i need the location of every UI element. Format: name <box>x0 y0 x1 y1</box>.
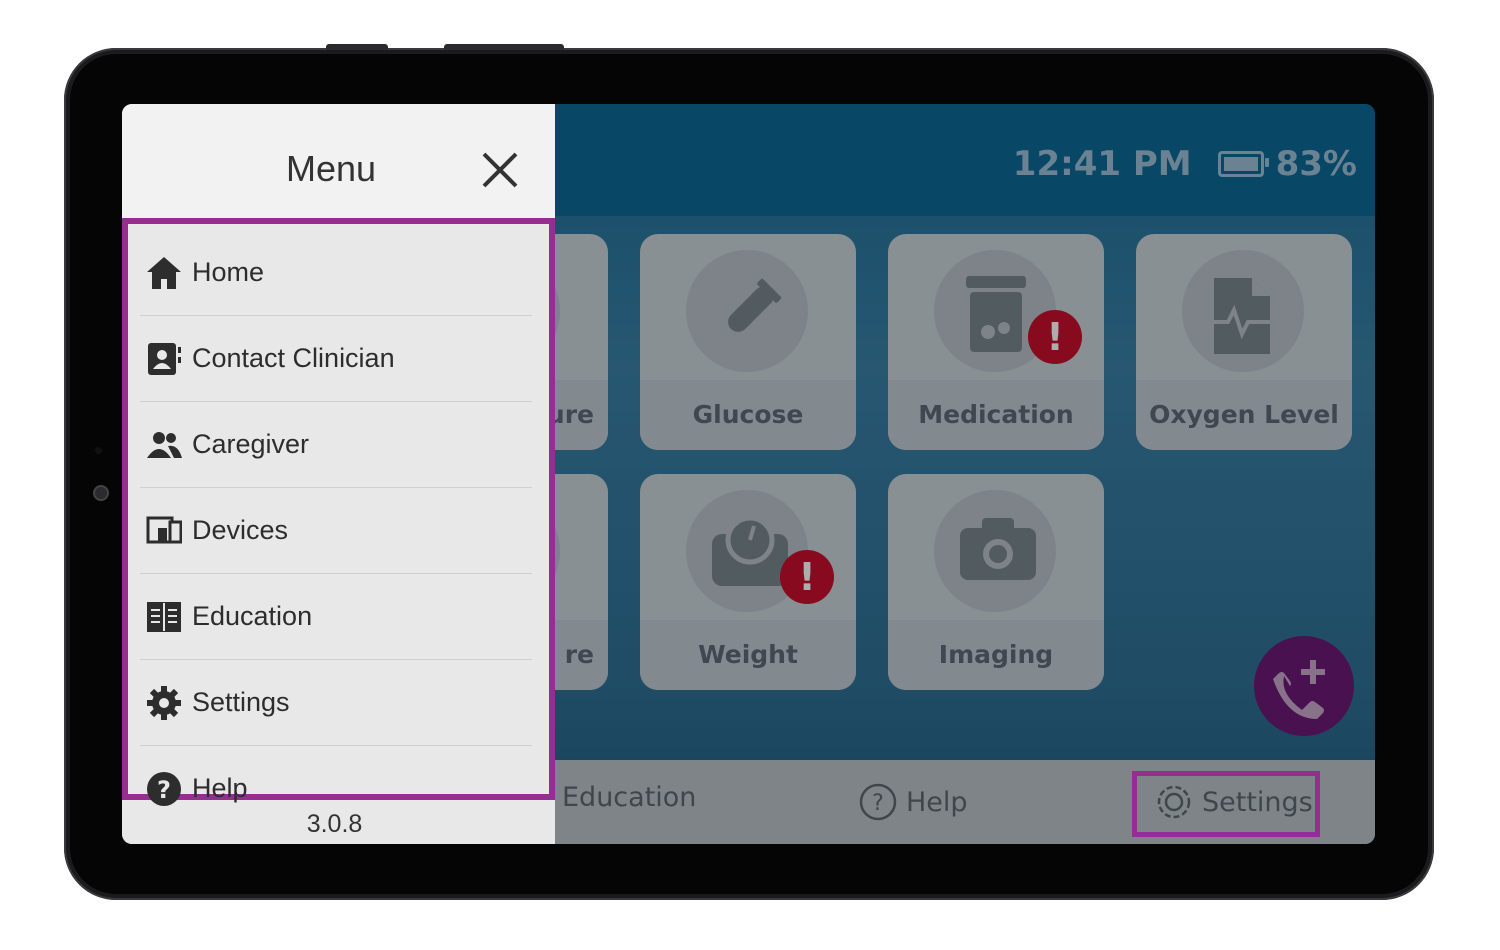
devices-icon <box>146 513 182 549</box>
menu-item-settings[interactable]: Settings <box>140 660 532 746</box>
svg-text:?: ? <box>157 776 171 804</box>
menu-item-contact-clinician[interactable]: Contact Clinician <box>140 316 532 402</box>
app-version: 3.0.8 <box>306 810 363 838</box>
close-icon[interactable] <box>480 150 520 190</box>
menu-item-devices[interactable]: Devices <box>140 488 532 574</box>
sensor <box>95 447 102 454</box>
menu-item-education[interactable]: Education <box>140 574 532 660</box>
app-screen: 12:41 PM 83% ure Glucose ! Medication Ox… <box>122 104 1375 844</box>
question-icon: ? <box>146 771 182 807</box>
front-camera <box>93 485 109 501</box>
home-icon <box>146 255 182 291</box>
people-icon <box>146 427 182 463</box>
gear-icon <box>146 685 182 721</box>
menu-item-home[interactable]: Home <box>140 230 532 316</box>
settings-highlight-box <box>1132 771 1320 837</box>
contact-card-icon <box>146 341 182 377</box>
menu-header: Menu <box>122 104 555 218</box>
menu-item-caregiver[interactable]: Caregiver <box>140 402 532 488</box>
menu-list-highlight: Home Contact Clinician Caregiver Devices… <box>122 218 555 806</box>
menu-title: Menu <box>286 148 377 189</box>
side-menu: Menu Home Contact Clinician Caregiver De… <box>122 104 555 844</box>
power-button <box>444 44 564 50</box>
book-icon <box>146 599 182 635</box>
volume-button <box>326 44 388 50</box>
